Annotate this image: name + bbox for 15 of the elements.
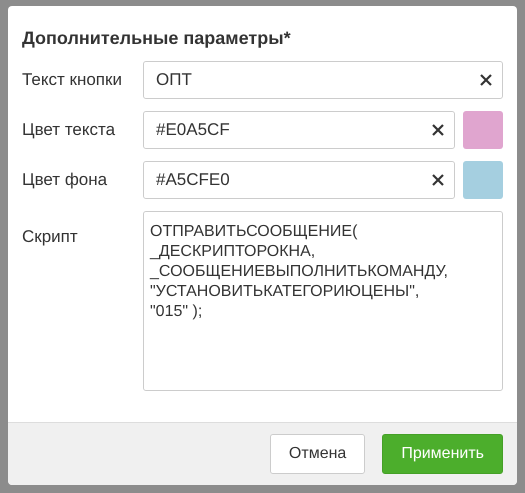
- field-label: Текст кнопки: [22, 70, 123, 90]
- cancel-button[interactable]: Отмена: [270, 434, 366, 474]
- color-field[interactable]: #A5CFE0: [143, 161, 455, 199]
- color-swatch[interactable]: [463, 161, 503, 199]
- color-swatch[interactable]: [463, 111, 503, 149]
- field-label: Цвет текста: [22, 120, 116, 140]
- text-field[interactable]: ОПТ: [143, 61, 503, 99]
- color-field[interactable]: #E0A5CF: [143, 111, 455, 149]
- dialog-title: Дополнительные параметры*: [21, 27, 292, 50]
- clear-icon[interactable]: [480, 74, 492, 86]
- clear-icon[interactable]: [432, 174, 444, 186]
- script-field[interactable]: ОТПРАВИТЬСООБЩЕНИЕ( _ДЕСКРИПТОРОКНА, _СООБЩЕНИЕВЫПОЛНИТЬКОМАНДУ, "УСТАНОВИТЬКАТЕГОРИЮЦЕНЫ", "015" );: [143, 211, 503, 391]
- clear-icon[interactable]: [432, 124, 444, 136]
- field-label: Цвет фона: [22, 170, 108, 190]
- field-label: Скрипт: [22, 226, 79, 247]
